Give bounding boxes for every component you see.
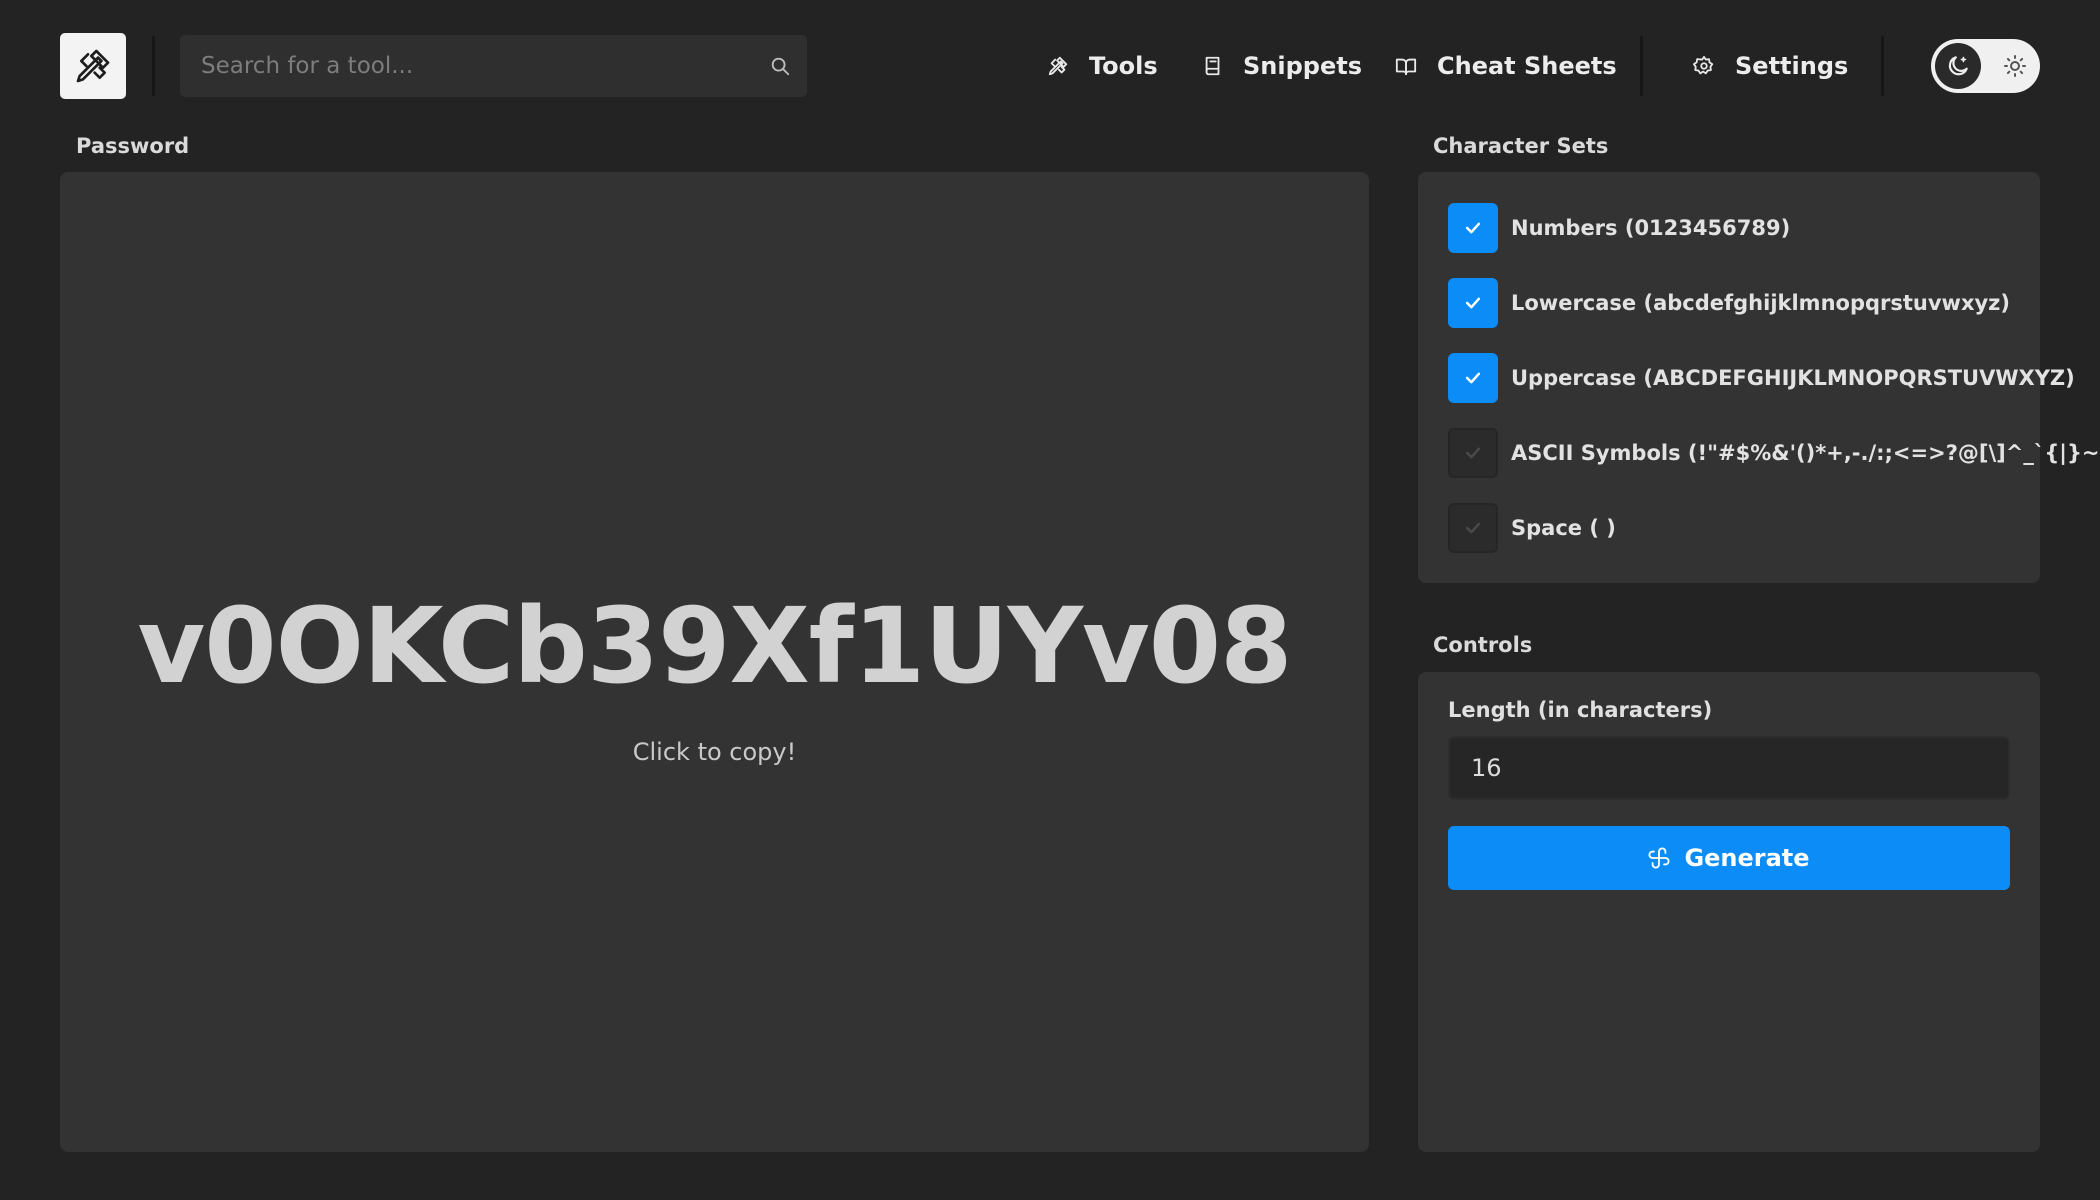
check-icon	[1465, 297, 1481, 309]
charset-label: Uppercase (ABCDEFGHIJKLMNOPQRSTUVWXYZ)	[1511, 366, 2075, 390]
checkbox-uppercase[interactable]	[1448, 353, 1498, 403]
check-icon	[1465, 372, 1481, 384]
nav-snippets-label: Snippets	[1243, 52, 1362, 80]
copy-hint: Click to copy!	[632, 738, 797, 766]
search-icon[interactable]	[769, 55, 791, 81]
nav-cheat-sheets-label: Cheat Sheets	[1437, 52, 1617, 80]
charset-space[interactable]: Space ( )	[1448, 503, 1616, 553]
gear-icon	[1693, 55, 1715, 77]
theme-toggle[interactable]	[1931, 39, 2040, 93]
check-icon	[1465, 222, 1481, 234]
controls-label: Controls	[1433, 633, 1533, 657]
checkbox-lowercase[interactable]	[1448, 278, 1498, 328]
pinwheel-icon	[1648, 847, 1670, 869]
charset-numbers[interactable]: Numbers (0123456789)	[1448, 203, 1790, 253]
theme-toggle-knob	[1935, 43, 1981, 89]
header-divider	[1881, 36, 1884, 96]
password-section-label: Password	[76, 134, 190, 158]
charset-lowercase[interactable]: Lowercase (abcdefghijklmnopqrstuvwxyz)	[1448, 278, 2010, 328]
tools-icon	[76, 49, 110, 83]
generated-password[interactable]: v0OKCb39Xf1UYv08	[60, 585, 1369, 707]
nav-tools[interactable]: Tools	[1047, 42, 1158, 90]
character-sets-label: Character Sets	[1433, 134, 1609, 158]
charset-label: Numbers (0123456789)	[1511, 216, 1791, 240]
nav-cheat-sheets[interactable]: Cheat Sheets	[1395, 42, 1617, 90]
charset-ascii-symbols[interactable]: ASCII Symbols (!"#$%&'()*+,-./:;<=>?@[\]…	[1448, 428, 2100, 478]
length-label: Length (in characters)	[1448, 698, 1713, 722]
header-divider	[152, 36, 155, 96]
sun-icon[interactable]	[2003, 54, 2027, 82]
search-box[interactable]	[180, 35, 807, 97]
nav-settings[interactable]: Settings	[1693, 42, 1848, 90]
open-book-icon	[1395, 55, 1417, 77]
header: Tools Snippets Cheat Sheets	[0, 0, 2100, 132]
checkbox-space[interactable]	[1448, 503, 1498, 553]
tools-icon	[1047, 55, 1069, 77]
moon-icon	[1948, 56, 1968, 76]
charset-label: Lowercase (abcdefghijklmnopqrstuvwxyz)	[1511, 291, 2010, 315]
generate-button-label: Generate	[1684, 844, 1810, 872]
charset-uppercase[interactable]: Uppercase (ABCDEFGHIJKLMNOPQRSTUVWXYZ)	[1448, 353, 2075, 403]
checkbox-ascii-symbols[interactable]	[1448, 428, 1498, 478]
search-input[interactable]	[180, 35, 740, 97]
charset-label: ASCII Symbols (!"#$%&'()*+,-./:;<=>?@[\]…	[1511, 441, 2100, 465]
nav-snippets[interactable]: Snippets	[1203, 42, 1362, 90]
check-icon	[1465, 522, 1481, 534]
checkbox-numbers[interactable]	[1448, 203, 1498, 253]
generate-button[interactable]: Generate	[1448, 826, 2010, 890]
nav-tools-label: Tools	[1089, 52, 1158, 80]
header-divider	[1640, 36, 1643, 96]
charset-label: Space ( )	[1511, 516, 1616, 540]
nav-settings-label: Settings	[1735, 52, 1849, 80]
check-icon	[1465, 447, 1481, 459]
length-input[interactable]	[1448, 736, 2010, 800]
app-logo[interactable]	[60, 33, 126, 99]
book-icon	[1203, 55, 1223, 77]
